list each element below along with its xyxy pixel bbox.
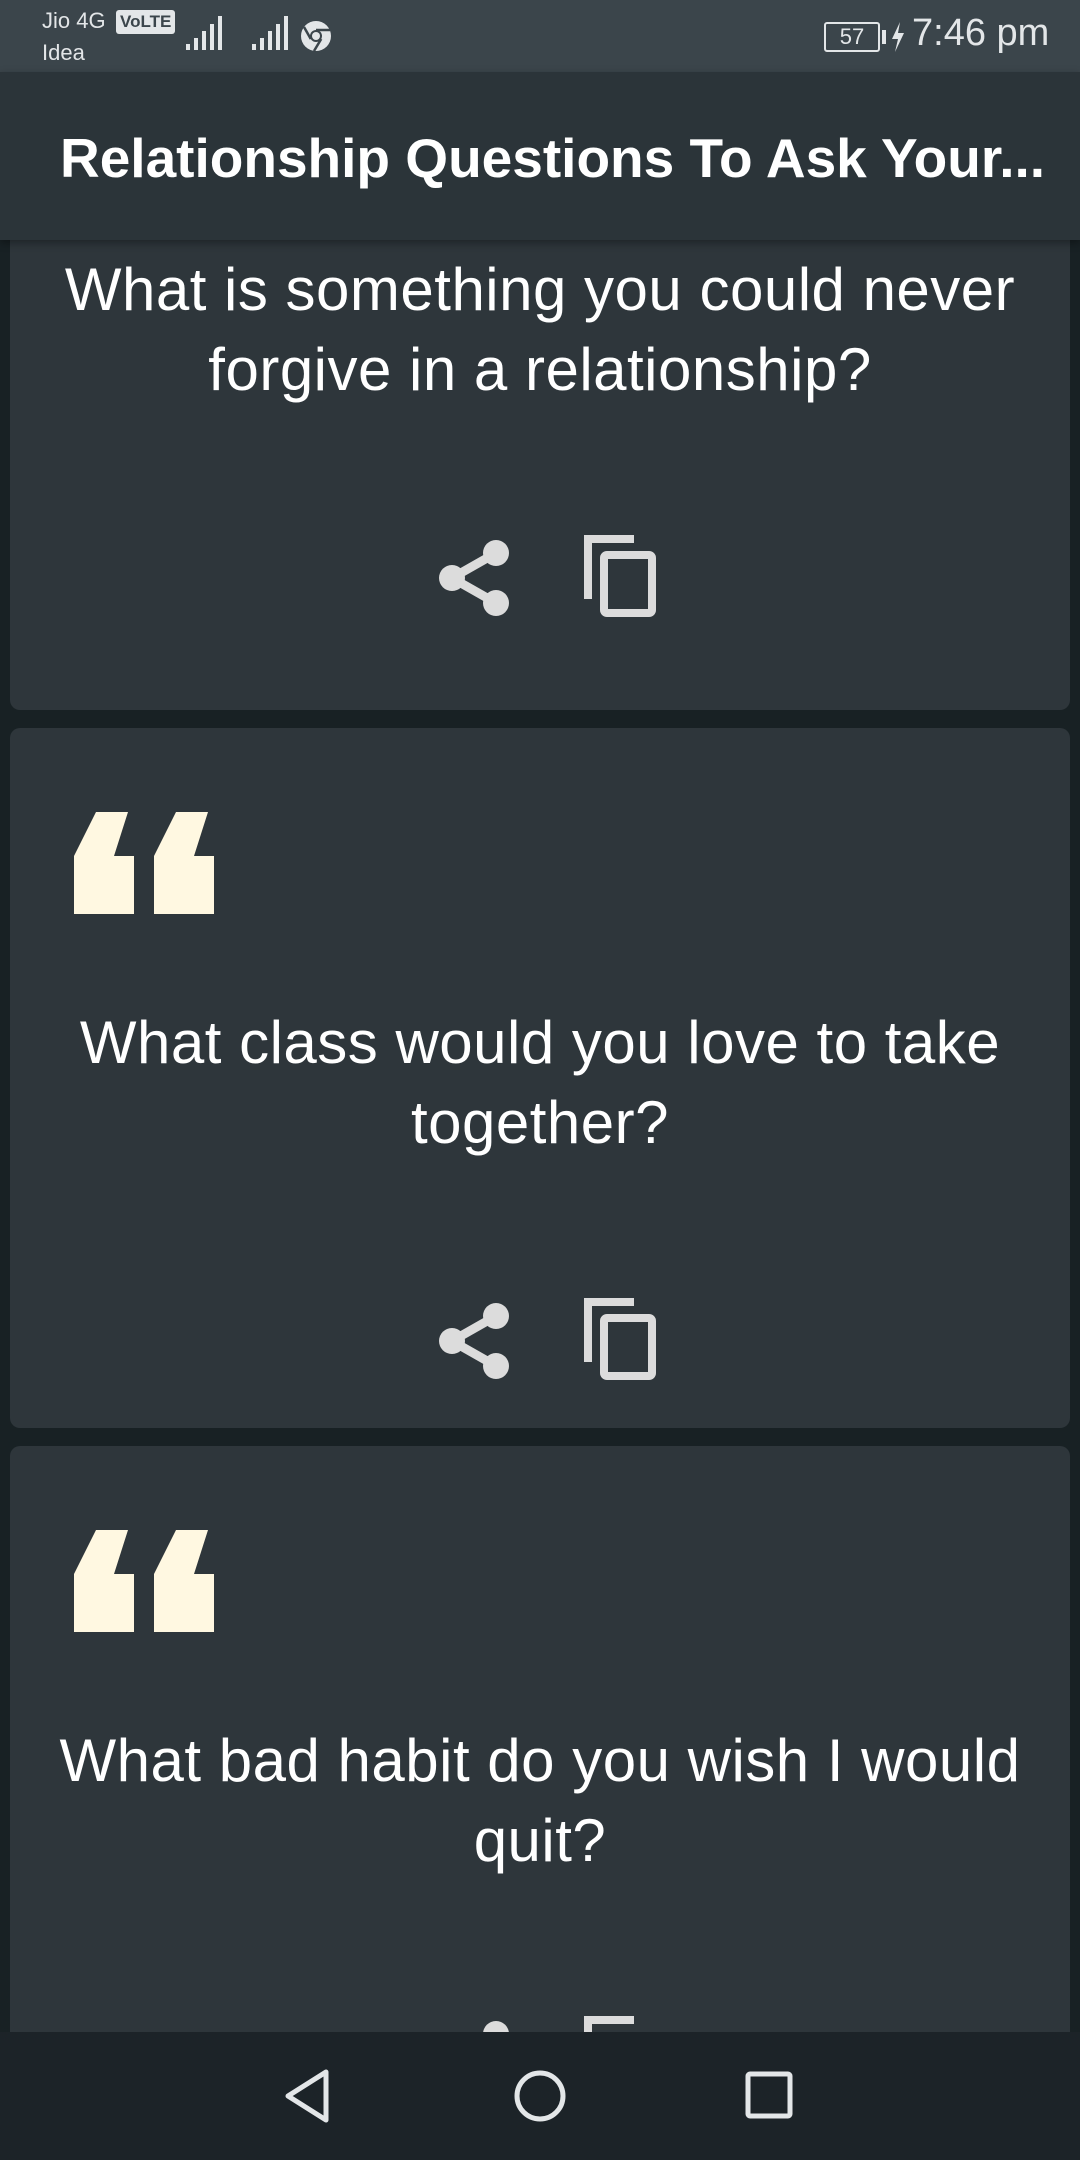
question-list[interactable]: What is something you could never forgiv… [0,240,1080,2032]
status-bar: Jio 4G VoLTE Idea 57 7:46 pm [0,0,1080,72]
carrier-name-secondary: Idea [42,40,85,65]
copy-icon[interactable] [582,1296,658,1382]
question-card: What class would you love to take togeth… [10,728,1070,1428]
card-actions [430,533,670,623]
card-actions [430,1296,670,1386]
chrome-icon [301,21,331,52]
share-icon[interactable] [438,2020,510,2032]
charging-icon [892,22,904,52]
question-card: What is something you could never forgiv… [10,240,1070,710]
share-icon[interactable] [438,539,510,617]
share-icon[interactable] [438,1302,510,1380]
signal-icon [186,16,222,50]
back-icon[interactable] [282,2068,332,2124]
copy-icon[interactable] [582,533,658,619]
question-card: What bad habit do you wish I would quit? [10,1446,1070,2032]
question-text: What is something you could never forgiv… [64,256,1016,403]
battery-indicator: 57 [824,22,880,52]
status-clock: 7:46 pm [912,12,1050,54]
battery-tip [882,30,886,44]
quote-icon [74,1530,214,1632]
volte-badge: VoLTE [116,10,176,34]
recents-icon[interactable] [744,2070,794,2120]
copy-icon[interactable] [582,2014,658,2032]
home-icon[interactable] [512,2068,568,2124]
quote-icon [74,812,214,914]
app-bar: Relationship Questions To Ask Your... [0,72,1080,240]
signal-icon [252,16,288,50]
question-text: What bad habit do you wish I would quit? [59,1727,1021,1874]
carrier-name-primary: Jio 4G [42,8,106,33]
page-title: Relationship Questions To Ask Your... [60,127,1046,189]
card-actions [430,2014,670,2032]
question-text: What class would you love to take togeth… [79,1009,1001,1156]
navigation-bar [0,2032,1080,2160]
